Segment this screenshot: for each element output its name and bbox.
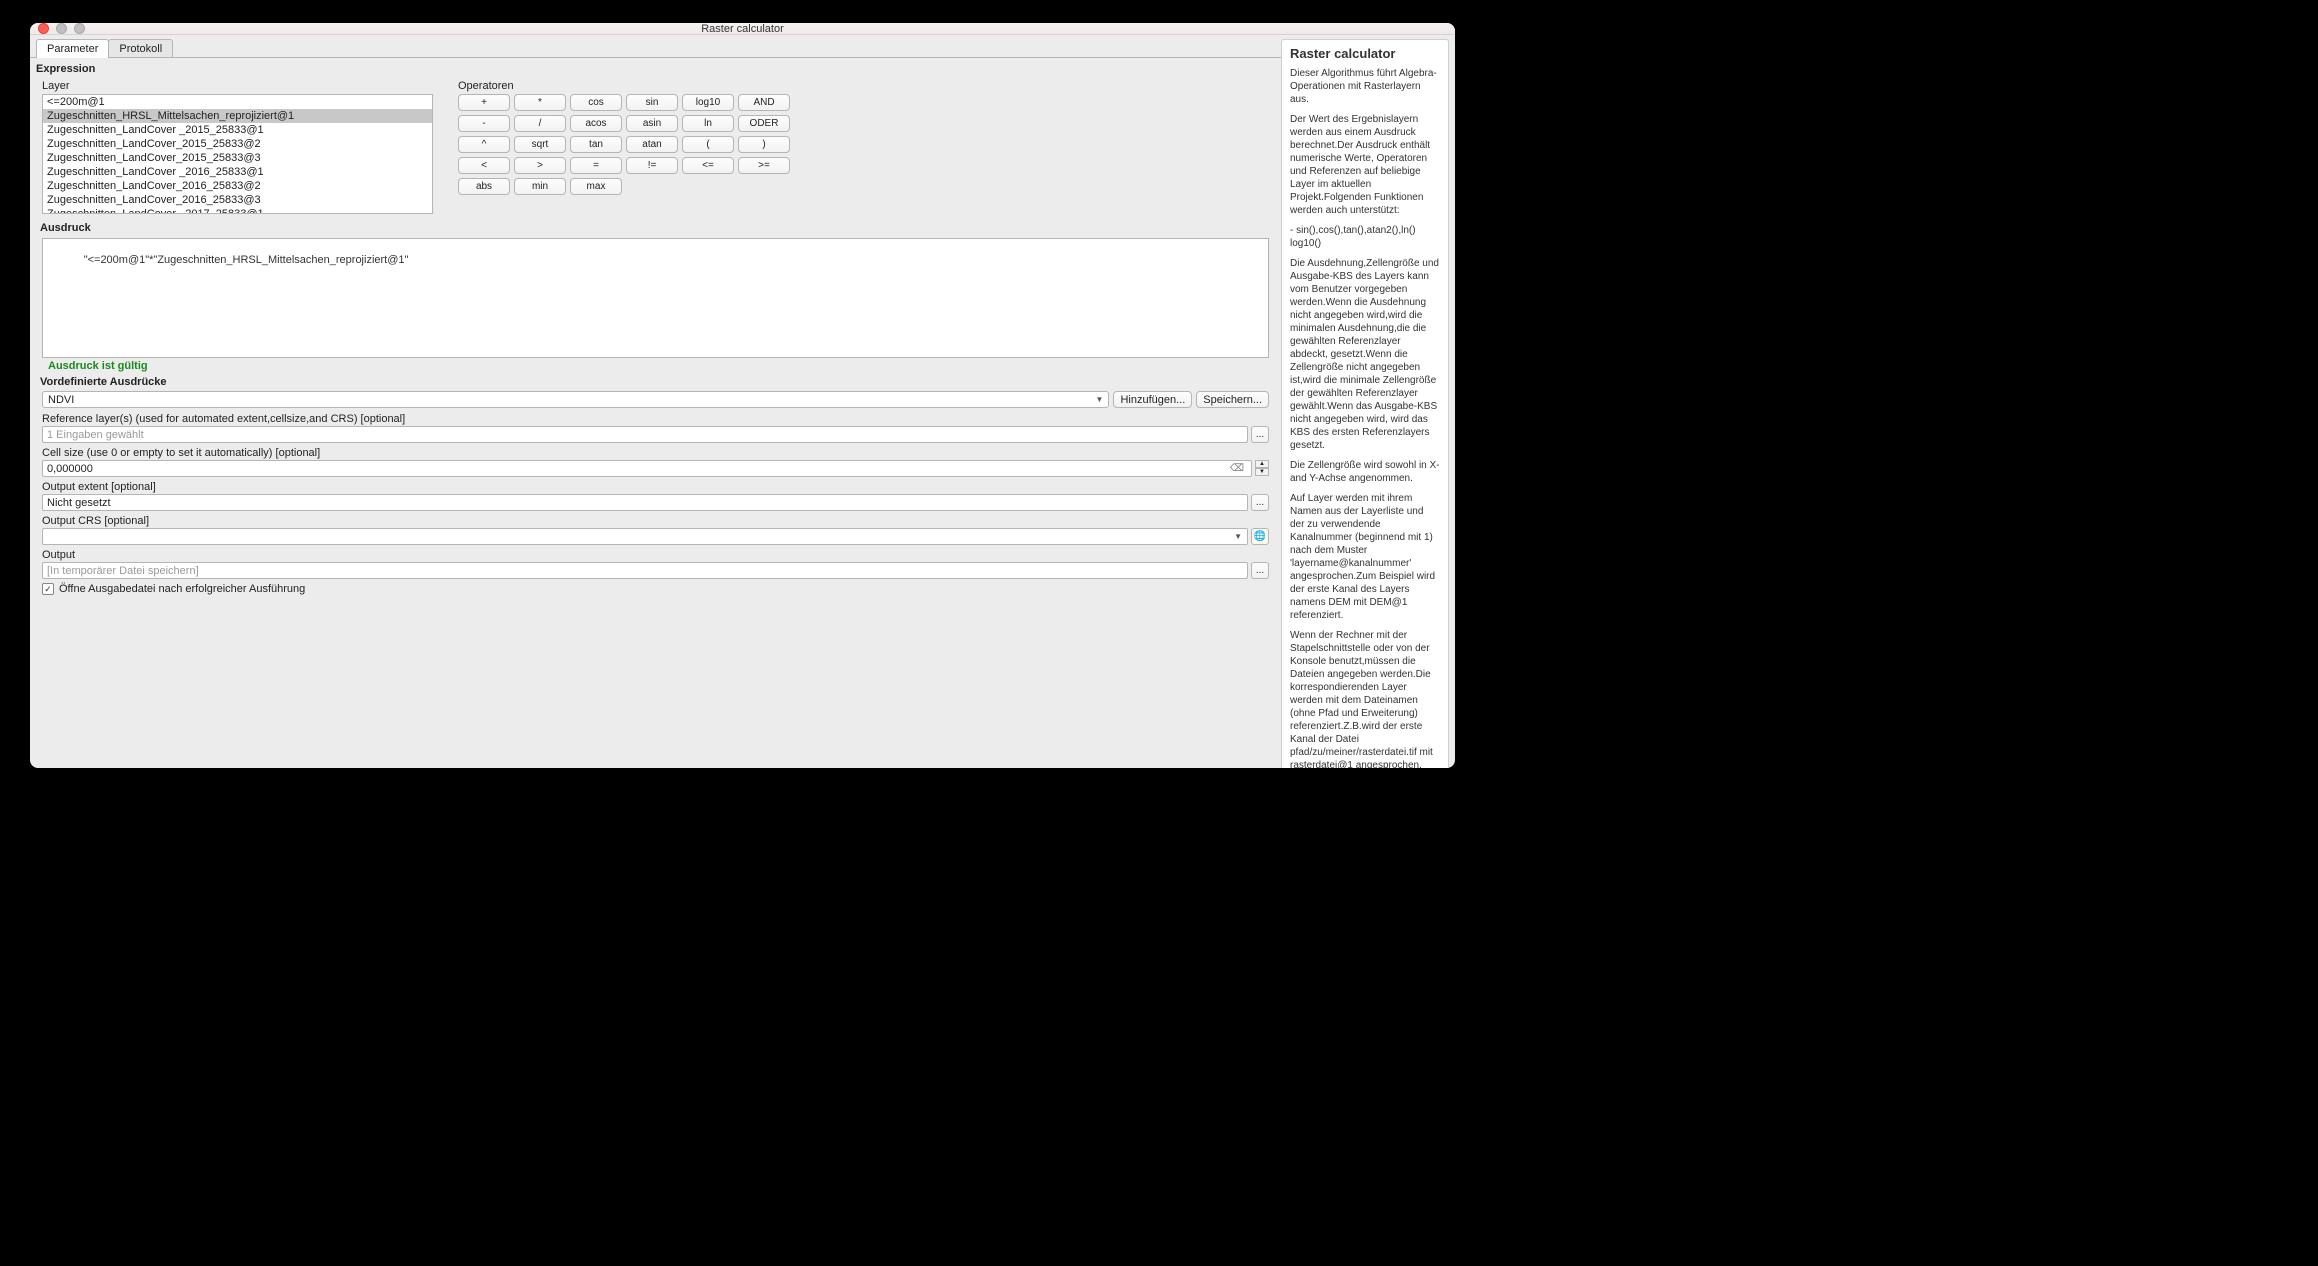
titlebar: Raster calculator — [30, 23, 1455, 35]
cellsize-label: Cell size (use 0 or empty to set it auto… — [42, 447, 1271, 459]
output-more-button[interactable]: ... — [1251, 562, 1269, 579]
tab-protokoll[interactable]: Protokoll — [108, 39, 173, 58]
chevron-down-icon: ▼ — [1096, 395, 1104, 404]
operator-button[interactable]: <= — [682, 157, 734, 174]
operator-button[interactable]: ) — [738, 136, 790, 153]
add-predef-button[interactable]: Hinzufügen... — [1113, 391, 1192, 408]
operator-button[interactable]: != — [626, 157, 678, 174]
operator-button[interactable]: = — [570, 157, 622, 174]
window-close-icon[interactable] — [38, 23, 49, 34]
operators-label: Operatoren — [458, 80, 1275, 92]
operator-button[interactable]: cos — [570, 94, 622, 111]
cellsize-value: 0,000000 — [47, 463, 93, 475]
output-label: Output — [42, 549, 1271, 561]
layer-item[interactable]: Zugeschnitten_LandCover_2016_25833@3 — [43, 193, 432, 207]
crs-combo[interactable]: ▼ — [42, 528, 1248, 545]
extent-more-button[interactable]: ... — [1251, 494, 1269, 511]
predef-value: NDVI — [48, 394, 74, 406]
clear-icon[interactable]: ⌫ — [1227, 463, 1247, 474]
operator-button[interactable]: asin — [626, 115, 678, 132]
operator-button[interactable]: tan — [570, 136, 622, 153]
operator-button[interactable]: < — [458, 157, 510, 174]
layer-item[interactable]: Zugeschnitten_LandCover_2016_25833@2 — [43, 179, 432, 193]
help-p6: Auf Layer werden mit ihrem Namen aus der… — [1290, 492, 1440, 622]
operators-grid: +*cossinlog10AND -/acosasinlnODER ^sqrttan… — [458, 94, 1275, 195]
ausdruck-label: Ausdruck — [40, 222, 1275, 234]
reference-more-button[interactable]: ... — [1251, 426, 1269, 443]
operator-button[interactable]: ln — [682, 115, 734, 132]
expression-valid-msg: Ausdruck ist gültig — [48, 360, 1275, 372]
layer-item[interactable]: Zugeschnitten_LandCover_2015_25833@2 — [43, 137, 432, 151]
layer-item[interactable]: Zugeschnitten_LandCover_2015_25833@3 — [43, 151, 432, 165]
operator-button[interactable]: ODER — [738, 115, 790, 132]
save-predef-button[interactable]: Speichern... — [1196, 391, 1269, 408]
reference-label: Reference layer(s) (used for automated e… — [42, 413, 1271, 425]
reference-placeholder: 1 Eingaben gewählt — [47, 429, 144, 441]
open-after-checkbox[interactable]: ✓ — [42, 583, 54, 595]
layer-item[interactable]: Zugeschnitten_HRSL_Mittelsachen_reprojiz… — [43, 109, 432, 123]
extent-value: Nicht gesetzt — [47, 497, 111, 509]
expression-section-label: Expression — [36, 63, 1275, 75]
cellsize-input[interactable]: 0,000000 ⌫ — [42, 460, 1252, 477]
open-after-label: Öffne Ausgabedatei nach erfolgreicher Au… — [59, 583, 305, 595]
crs-select-icon[interactable]: 🌐 — [1251, 528, 1269, 545]
crs-label: Output CRS [optional] — [42, 515, 1271, 527]
expression-input[interactable]: "<=200m@1"*"Zugeschnitten_HRSL_Mittelsac… — [42, 238, 1269, 358]
spin-down-button[interactable]: ▼ — [1255, 468, 1269, 476]
raster-calculator-window: Raster calculator Parameter Protokoll Ex… — [30, 23, 1455, 768]
layer-item[interactable]: Zugeschnitten_LandCover _2015_25833@1 — [43, 123, 432, 137]
help-p4: Die Ausdehnung,Zellengröße und Ausgabe-K… — [1290, 257, 1440, 452]
help-title: Raster calculator — [1290, 46, 1440, 63]
operator-button[interactable]: + — [458, 94, 510, 111]
layer-item[interactable]: <=200m@1 — [43, 95, 432, 109]
help-p3: - sin(),cos(),tan(),atan2(),ln() log10() — [1290, 224, 1440, 250]
operator-button[interactable]: abs — [458, 178, 510, 195]
operator-button[interactable]: >= — [738, 157, 790, 174]
output-placeholder: [In temporärer Datei speichern] — [47, 565, 199, 577]
operator-button[interactable]: - — [458, 115, 510, 132]
operator-button[interactable]: acos — [570, 115, 622, 132]
tabs: Parameter Protokoll — [30, 39, 1281, 58]
layer-item[interactable]: Zugeschnitten_LandCover _2016_25833@1 — [43, 165, 432, 179]
chevron-down-icon: ▼ — [1234, 532, 1242, 541]
extent-label: Output extent [optional] — [42, 481, 1271, 493]
layer-item[interactable]: Zugeschnitten_LandCover _2017_25833@1 — [43, 207, 432, 214]
output-input[interactable]: [In temporärer Datei speichern] — [42, 562, 1248, 579]
operator-button[interactable]: ^ — [458, 136, 510, 153]
predef-combo[interactable]: NDVI ▼ — [42, 391, 1109, 408]
operator-button[interactable]: AND — [738, 94, 790, 111]
window-title: Raster calculator — [30, 23, 1455, 35]
operator-button[interactable]: max — [570, 178, 622, 195]
extent-input[interactable]: Nicht gesetzt — [42, 494, 1248, 511]
layer-listbox[interactable]: <=200m@1Zugeschnitten_HRSL_Mittelsachen_… — [42, 94, 433, 214]
operator-button[interactable]: sqrt — [514, 136, 566, 153]
help-p5: Die Zellengröße wird sowohl in X- and Y-… — [1290, 459, 1440, 485]
predef-label: Vordefinierte Ausdrücke — [40, 376, 1275, 388]
tab-parameter[interactable]: Parameter — [36, 39, 109, 58]
operator-button[interactable]: log10 — [682, 94, 734, 111]
help-p7: Wenn der Rechner mit der Stapelschnittst… — [1290, 629, 1440, 768]
help-panel: Raster calculator Dieser Algorithmus füh… — [1281, 39, 1449, 768]
help-p1: Dieser Algorithmus führt Algebra-Operati… — [1290, 67, 1440, 106]
window-maximize-icon[interactable] — [74, 23, 85, 34]
operator-button[interactable]: sin — [626, 94, 678, 111]
operator-button[interactable]: / — [514, 115, 566, 132]
operator-button[interactable]: atan — [626, 136, 678, 153]
layer-label: Layer — [42, 80, 444, 92]
operator-button[interactable]: min — [514, 178, 566, 195]
operator-button[interactable]: ( — [682, 136, 734, 153]
operator-button[interactable]: * — [514, 94, 566, 111]
spin-up-button[interactable]: ▲ — [1255, 460, 1269, 468]
expression-text: "<=200m@1"*"Zugeschnitten_HRSL_Mittelsac… — [84, 254, 409, 266]
operator-button[interactable]: > — [514, 157, 566, 174]
window-minimize-icon[interactable] — [56, 23, 67, 34]
reference-input[interactable]: 1 Eingaben gewählt — [42, 426, 1248, 443]
help-p2: Der Wert des Ergebnislayern werden aus e… — [1290, 113, 1440, 217]
